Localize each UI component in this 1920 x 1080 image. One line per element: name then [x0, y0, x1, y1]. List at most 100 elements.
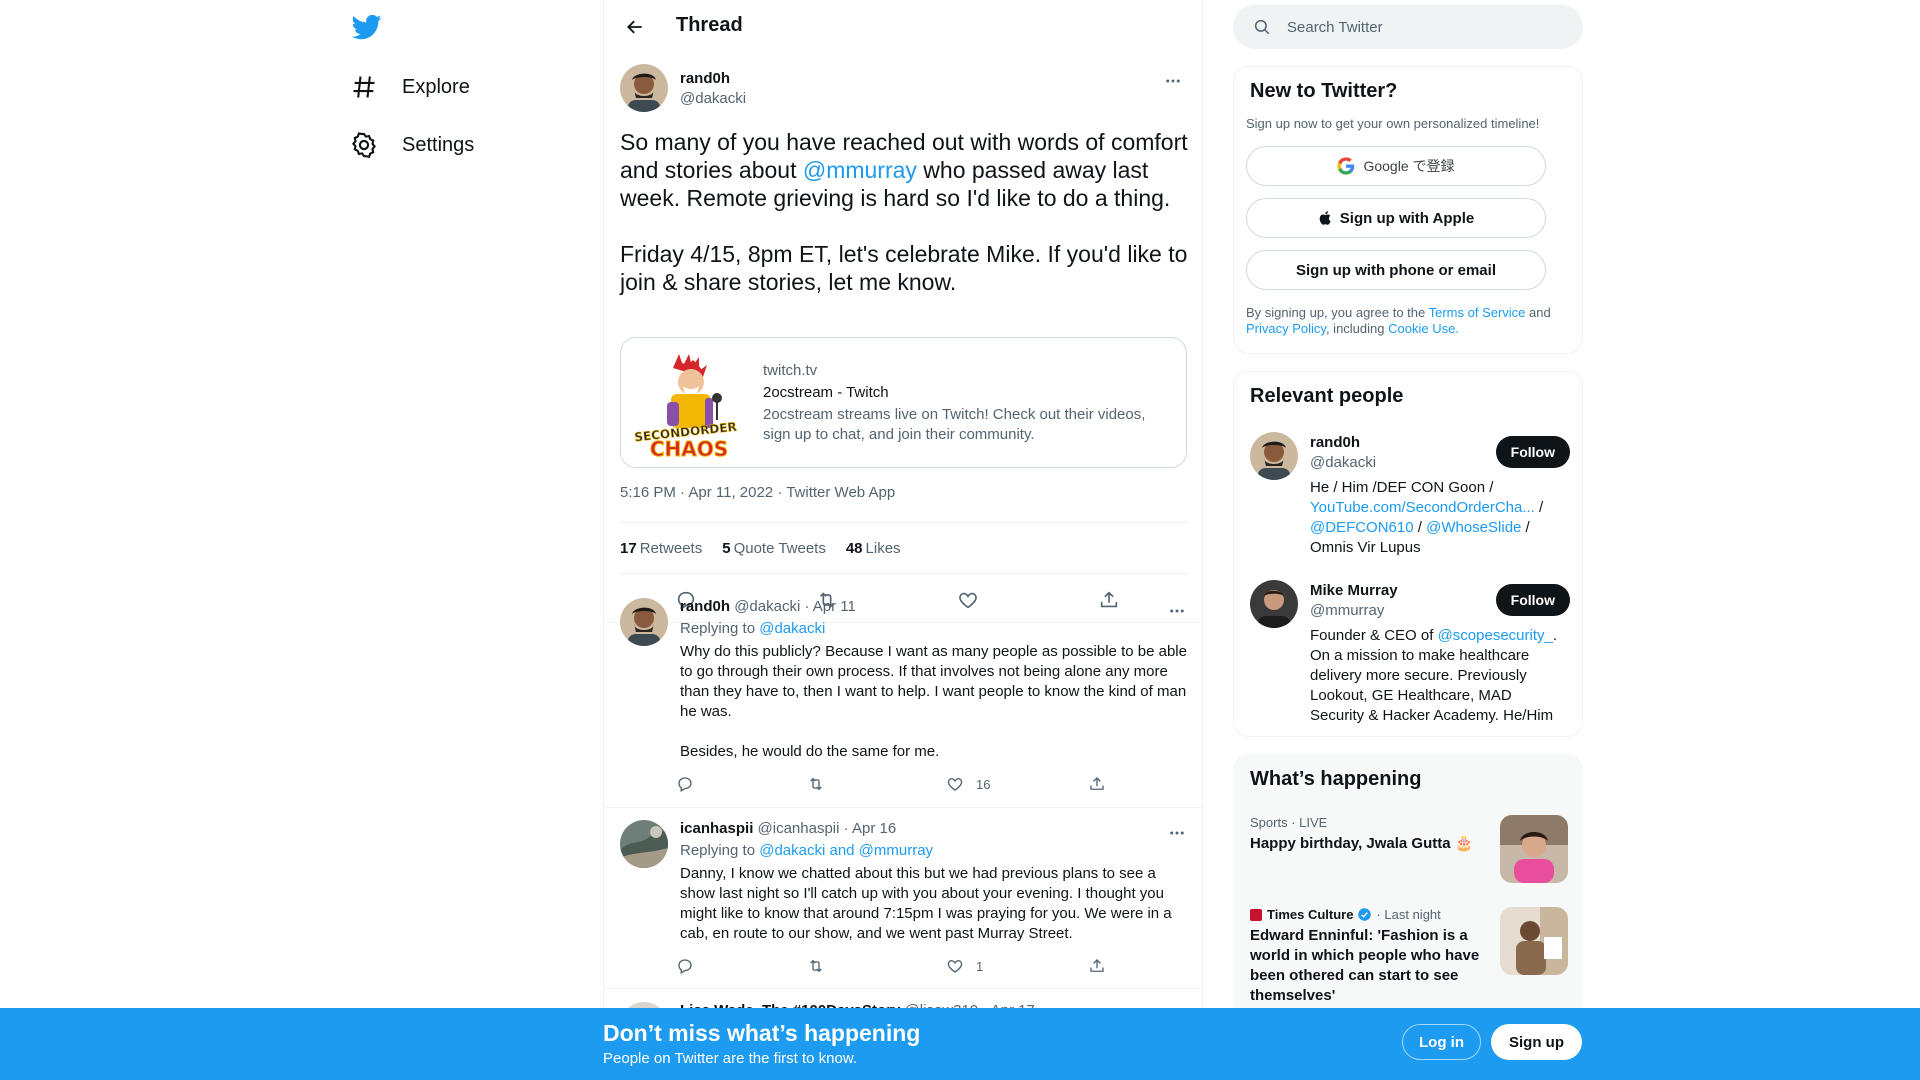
reply-button[interactable]	[676, 772, 706, 796]
person-handle[interactable]: @dakacki	[1310, 454, 1376, 471]
reply-author-name[interactable]: icanhaspii	[680, 820, 753, 837]
person-name[interactable]: rand0h	[1310, 434, 1360, 451]
reply-author-handle[interactable]: @dakacki	[734, 598, 800, 615]
legal-text: By signing up, you agree to the Terms of…	[1246, 305, 1566, 337]
panel-subtitle: Sign up now to get your own personalized…	[1246, 116, 1540, 131]
share-button[interactable]	[1088, 954, 1118, 978]
trend-item[interactable]: Times Culture · Last night Edward Enninf…	[1250, 907, 1568, 1017]
reply-icon	[676, 775, 706, 793]
bio-link[interactable]: YouTube.com/SecondOrderCha...	[1310, 499, 1535, 516]
bio-text: Founder & CEO of	[1310, 627, 1438, 644]
bio-link[interactable]: @DEFCON610	[1310, 519, 1414, 536]
times-logo-icon	[1250, 908, 1262, 921]
reply-button[interactable]	[676, 954, 706, 978]
left-nav: Explore Settings	[340, 0, 600, 1000]
terms-link[interactable]: Terms of Service	[1429, 305, 1526, 320]
likes-count: 48	[845, 539, 863, 557]
author-name[interactable]: rand0h	[680, 70, 730, 87]
reply-author-handle[interactable]: @icanhaspii	[758, 820, 840, 837]
trend-source: Times Culture	[1267, 907, 1354, 922]
more-button[interactable]	[1162, 596, 1192, 626]
likes-label: Likes	[865, 539, 901, 557]
reply-tweet[interactable]: icanhaspii @icanhaspii · Apr 16 Replying…	[604, 820, 1204, 988]
card-description: 2ocstream streams live on Twitch! Check …	[763, 406, 1146, 443]
replying-to-link[interactable]: @dakacki and @mmurray	[759, 842, 933, 859]
like-count: 1	[976, 958, 984, 974]
reply-icon	[676, 957, 706, 975]
tweet-text-part: Friday 4/15, 8pm ET, let's celebrate Mik…	[620, 241, 1188, 295]
share-button[interactable]	[1088, 772, 1118, 796]
google-signup-button[interactable]: Google で登録	[1246, 146, 1546, 186]
search-icon	[1253, 18, 1271, 36]
search-input[interactable]	[1287, 18, 1547, 36]
reply-actions: 16	[676, 772, 1116, 796]
avatar[interactable]	[620, 64, 668, 112]
like-button[interactable]: 16	[946, 772, 990, 796]
reply-author-name[interactable]: rand0h	[680, 598, 730, 615]
bottom-bar-title: Don’t miss what’s happening	[603, 1020, 921, 1046]
quotes-count: 5	[722, 539, 731, 557]
quotes-label: Quote Tweets	[733, 539, 826, 557]
reply-tweet[interactable]: rand0h @dakacki · Apr 11 Replying to @da…	[604, 598, 1204, 808]
back-button[interactable]	[620, 12, 650, 42]
avatar[interactable]	[1250, 580, 1298, 628]
likes-stat[interactable]: 48 Likes	[846, 540, 901, 557]
like-button[interactable]: 1	[946, 954, 983, 978]
new-to-twitter-panel: New to Twitter? Sign up now to get your …	[1233, 66, 1583, 354]
mention-link[interactable]: @mmurray	[803, 157, 917, 183]
phone-email-signup-button[interactable]: Sign up with phone or email	[1246, 250, 1546, 290]
like-icon	[946, 775, 976, 793]
tweet-time-link[interactable]: 5:16 PM · Apr 11, 2022	[620, 484, 773, 501]
replying-to-link[interactable]: @dakacki	[759, 620, 825, 637]
avatar[interactable]	[620, 598, 668, 646]
twitter-logo-icon[interactable]	[352, 12, 384, 44]
retweets-count: 17	[620, 539, 637, 557]
nav-settings-label: Settings	[402, 133, 475, 156]
divider	[604, 807, 1204, 808]
follow-button[interactable]: Follow	[1495, 584, 1570, 616]
retweet-icon	[807, 775, 837, 793]
retweets-stat[interactable]: 17 Retweets	[620, 540, 702, 557]
login-button[interactable]: Log in	[1402, 1024, 1481, 1060]
follow-button[interactable]: Follow	[1495, 436, 1570, 468]
trend-item[interactable]: Sports · LIVE Happy birthday, Jwala Gutt…	[1250, 815, 1568, 887]
avatar[interactable]	[1250, 432, 1298, 480]
retweet-button[interactable]	[807, 954, 837, 978]
trend-image	[1500, 907, 1568, 975]
card-domain: twitch.tv	[763, 362, 818, 379]
nav-explore[interactable]: Explore	[350, 62, 486, 112]
nav-settings[interactable]: Settings	[350, 120, 490, 170]
replying-prefix: Replying to	[680, 620, 760, 637]
reply-text: Why do this publicly? Because I want as …	[680, 642, 1190, 782]
page-title: Thread	[676, 14, 743, 36]
replying-to: Replying to @dakacki	[680, 620, 825, 637]
reply-text-part: Danny, I know we chatted about this but …	[680, 865, 1172, 942]
legal-including: , including	[1325, 321, 1389, 336]
retweet-button[interactable]	[807, 772, 837, 796]
divider	[620, 573, 1188, 574]
more-button[interactable]	[1162, 818, 1192, 848]
quotes-stat[interactable]: 5 Quote Tweets	[722, 540, 826, 557]
google-icon	[1337, 157, 1363, 175]
search-box[interactable]	[1233, 5, 1583, 49]
apple-signup-button[interactable]: Sign up with Apple	[1246, 198, 1546, 238]
cookie-link[interactable]: Cookie Use.	[1388, 321, 1459, 336]
more-button[interactable]	[1158, 66, 1188, 96]
person-handle[interactable]: @mmurray	[1310, 602, 1384, 619]
google-signup-label: Google で登録	[1363, 158, 1455, 174]
avatar[interactable]	[620, 820, 668, 868]
reply-date[interactable]: · Apr 11	[804, 598, 855, 615]
reply-date[interactable]: · Apr 16	[844, 820, 897, 837]
tweet-source-link[interactable]: Twitter Web App	[786, 484, 895, 501]
privacy-link[interactable]: Privacy Policy	[1246, 321, 1326, 336]
person-name[interactable]: Mike Murray	[1310, 582, 1398, 599]
phone-signup-label: Sign up with phone or email	[1295, 261, 1496, 279]
divider	[604, 988, 1204, 989]
signup-button[interactable]: Sign up	[1491, 1024, 1582, 1060]
bio-link[interactable]: @WhoseSlide	[1426, 519, 1521, 536]
bio-link[interactable]: @scopesecurity_	[1438, 627, 1553, 644]
reply-header: icanhaspii @icanhaspii · Apr 16	[680, 820, 896, 837]
gear-icon	[350, 131, 378, 159]
link-card[interactable]: SECONDORDER CHAOS twitch.tv 2ocstream - …	[620, 337, 1187, 468]
author-handle[interactable]: @dakacki	[680, 90, 746, 107]
